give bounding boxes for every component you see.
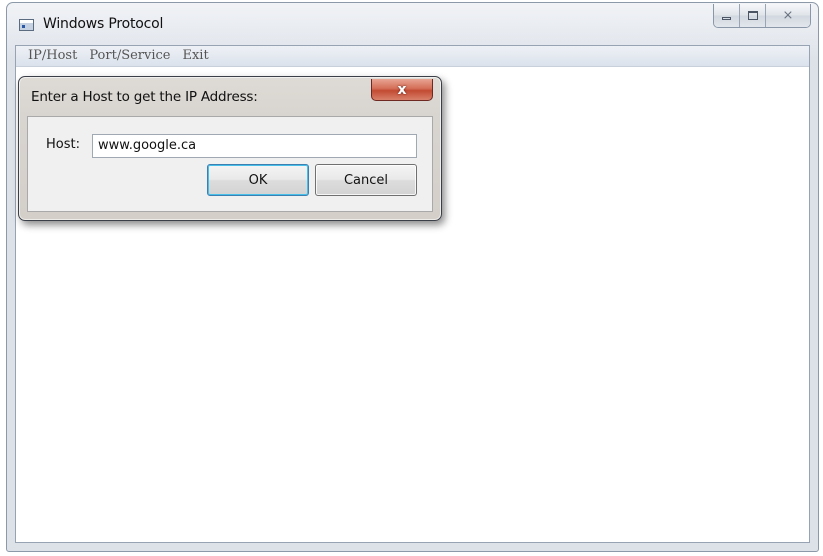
host-lookup-dialog: Enter a Host to get the IP Address: x Ho… [18, 76, 442, 221]
cancel-button[interactable]: Cancel [315, 164, 417, 196]
menu-port-service[interactable]: Port/Service [83, 46, 176, 66]
title-bar[interactable]: Windows Protocol ⨯ [7, 3, 818, 43]
dialog-close-button[interactable]: x [371, 79, 433, 101]
caption-buttons: ⨯ [713, 4, 811, 28]
dialog-body: Host: www.google.ca OK Cancel [27, 116, 433, 212]
ok-button[interactable]: OK [207, 164, 309, 196]
maximize-button[interactable] [740, 4, 766, 27]
close-icon: ⨯ [782, 8, 794, 23]
minimize-button[interactable] [714, 4, 740, 27]
menu-bar: IP/Host Port/Service Exit [16, 46, 809, 67]
host-label: Host: [46, 137, 80, 152]
window-title: Windows Protocol [43, 16, 164, 32]
menu-exit[interactable]: Exit [176, 46, 214, 66]
host-input[interactable]: www.google.ca [92, 134, 417, 158]
menu-ip-host[interactable]: IP/Host [22, 46, 83, 66]
dialog-title: Enter a Host to get the IP Address: [31, 89, 258, 105]
minimize-icon [722, 17, 731, 20]
close-button[interactable]: ⨯ [766, 4, 810, 27]
close-icon: x [397, 81, 407, 98]
app-window-icon [19, 19, 34, 31]
maximize-icon [747, 11, 758, 20]
